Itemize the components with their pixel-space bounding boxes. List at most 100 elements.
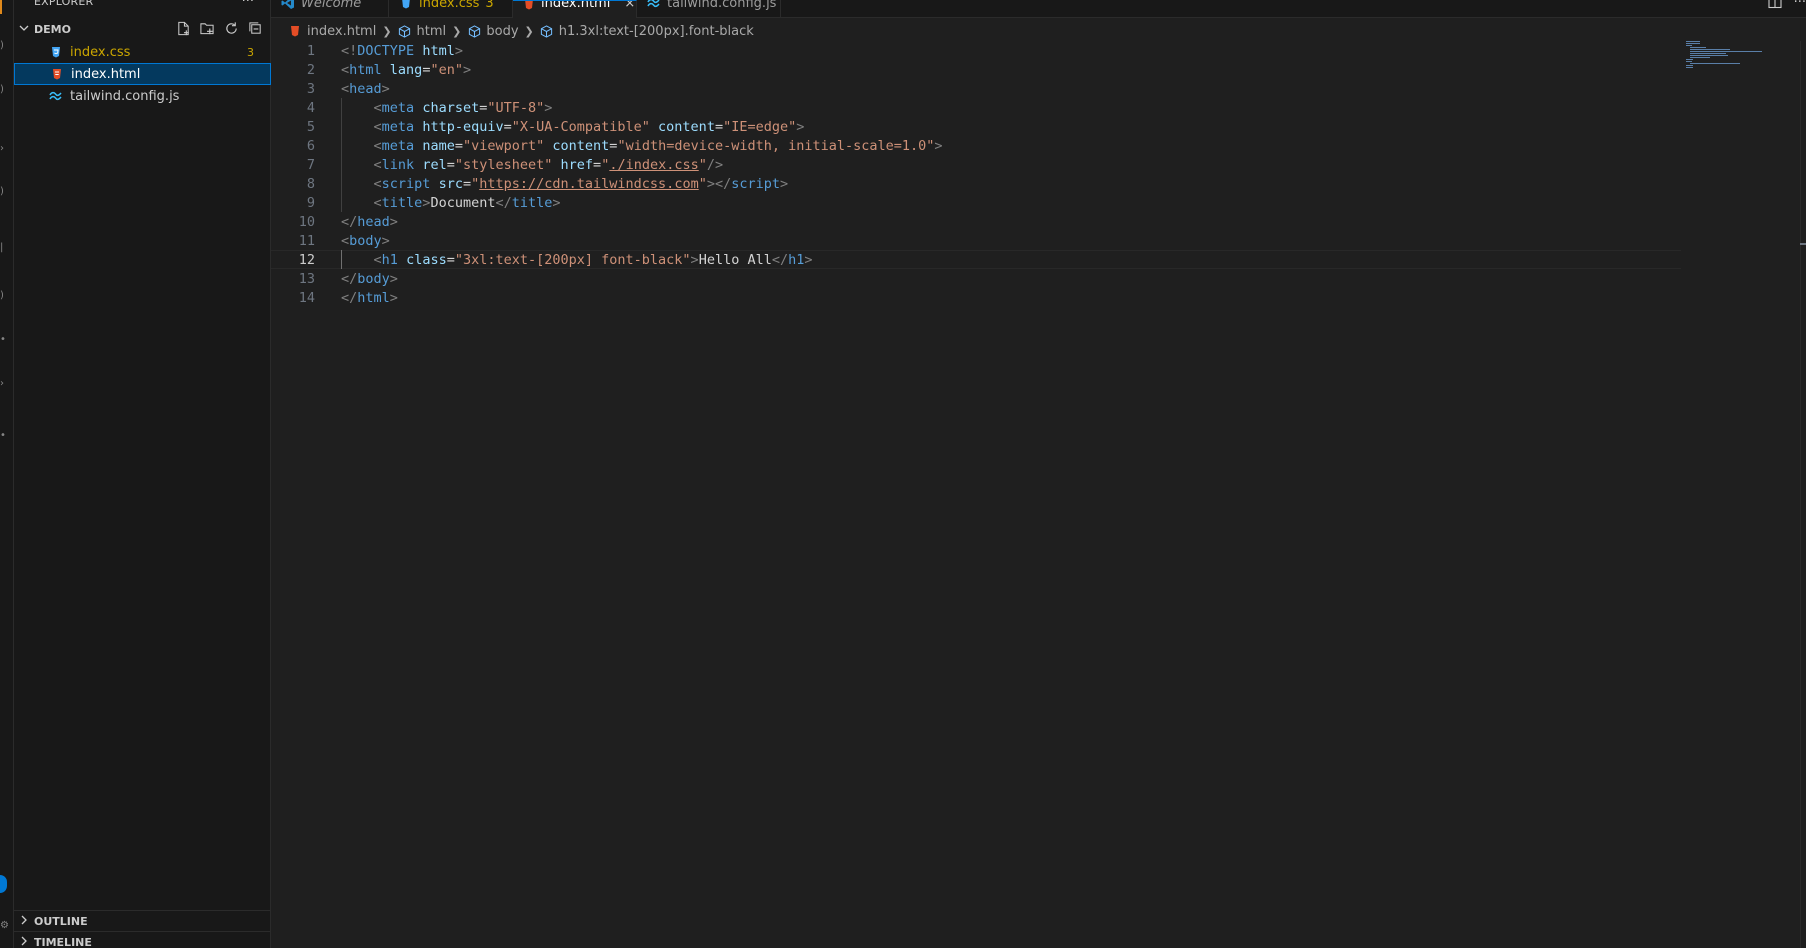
close-icon[interactable]: ×: [624, 1, 635, 11]
code-token: "width=device-width, initial-scale=1.0": [617, 137, 935, 154]
new-file-icon[interactable]: [174, 19, 192, 37]
code-line[interactable]: 7 <link rel="stylesheet" href="./index.c…: [271, 155, 1681, 174]
editor-tabs: Welcome index.css 3 index.html × tailwin…: [271, 0, 1806, 18]
code-line[interactable]: 11 <body>: [271, 231, 1681, 250]
code-token: "IE=edge": [723, 118, 797, 135]
html-file-icon: [288, 24, 302, 38]
line-number: 3: [306, 80, 315, 97]
outline-section[interactable]: OUTLINE: [14, 910, 271, 932]
line-number: 11: [298, 232, 315, 249]
tab-index-css[interactable]: index.css 3: [389, 0, 513, 18]
code-line[interactable]: 1 <!DOCTYPE html>: [271, 41, 1681, 60]
code-token: Document: [430, 194, 496, 211]
code-token: https://cdn.tailwindcss.com: [479, 175, 699, 192]
code-token: >: [381, 80, 390, 97]
code-token: >: [389, 270, 398, 287]
breadcrumb-item[interactable]: index.html: [288, 24, 376, 39]
vertical-scrollbar[interactable]: [1800, 41, 1806, 948]
tab-welcome[interactable]: Welcome: [271, 0, 389, 18]
chevron-right-icon: [14, 915, 34, 928]
code-token: </: [771, 251, 789, 268]
code-text: <head>: [341, 81, 390, 97]
symbol-element-icon: [398, 24, 412, 38]
tab-index-html[interactable]: index.html ×: [513, 0, 637, 18]
code-token: link: [381, 156, 415, 173]
settings-icon[interactable]: ⚙: [0, 921, 9, 931]
activity-icon[interactable]: ): [0, 187, 4, 197]
refresh-icon[interactable]: [222, 19, 240, 37]
code-line[interactable]: 10 </head>: [271, 212, 1681, 231]
line-number: 13: [298, 270, 315, 287]
code-token: body: [349, 232, 382, 249]
file-name: index.css: [70, 44, 131, 60]
code-line[interactable]: 13 </body>: [271, 269, 1681, 288]
explorer-sidebar: EXPLORER ··· DEMO index.css 3 index.html: [14, 0, 271, 948]
chevron-right-icon: ❯: [382, 24, 392, 38]
code-token: >: [389, 213, 398, 230]
code-line[interactable]: 5 <meta http-equiv="X-UA-Compatible" con…: [271, 117, 1681, 136]
code-line[interactable]: 4 <meta charset="UTF-8">: [271, 98, 1681, 117]
css-file-icon: [48, 44, 64, 60]
code-token: </: [341, 213, 358, 230]
activity-icon[interactable]: •: [0, 335, 6, 345]
code-line[interactable]: 3 <head>: [271, 79, 1681, 98]
split-editor-icon[interactable]: [1768, 0, 1782, 13]
code-token: html: [357, 289, 390, 306]
collapse-all-icon[interactable]: [246, 19, 264, 37]
activity-active-indicator: [0, 0, 2, 14]
code-token: <: [373, 118, 382, 135]
activity-icon[interactable]: ›: [0, 144, 4, 154]
chevron-right-icon: ❯: [524, 24, 534, 38]
code-editor[interactable]: 1 <!DOCTYPE html> 2 <html lang="en"> 3 <head>…: [271, 41, 1806, 948]
timeline-section[interactable]: TIMELINE: [14, 931, 271, 948]
code-text: </head>: [341, 214, 398, 230]
breadcrumb-item[interactable]: h1.3xl:text-[200px].font-black: [540, 24, 754, 39]
code-token: <: [341, 61, 350, 78]
code-token: </: [341, 289, 358, 306]
indent-guide: [341, 250, 342, 269]
more-actions-icon[interactable]: ···: [242, 0, 254, 9]
more-actions-icon[interactable]: ···: [1794, 0, 1806, 13]
activity-icon[interactable]: ›: [0, 379, 4, 389]
activity-icon[interactable]: ): [0, 41, 4, 51]
file-item-index-html[interactable]: index.html: [14, 63, 271, 85]
activity-icon[interactable]: ): [0, 291, 4, 301]
code-token: rel: [422, 156, 447, 173]
activity-icon[interactable]: |: [0, 243, 4, 253]
file-item-tailwind-config[interactable]: tailwind.config.js: [14, 85, 271, 107]
activity-icon[interactable]: ): [0, 85, 4, 95]
chevron-right-icon: [14, 936, 34, 948]
tab-tailwind-config[interactable]: tailwind.config.js: [637, 0, 781, 18]
code-text: <h1 class="3xl:text-[200px] font-black">…: [341, 252, 813, 268]
new-folder-icon[interactable]: [198, 19, 216, 37]
editor-actions: ···: [1768, 0, 1806, 13]
code-line[interactable]: 9 <title>Document</title>: [271, 193, 1681, 212]
code-token: <: [373, 99, 382, 116]
code-line[interactable]: 6 <meta name="viewport" content="width=d…: [271, 136, 1681, 155]
accounts-badge-icon[interactable]: [0, 875, 7, 893]
code-token: html: [422, 42, 455, 59]
code-token: >: [454, 42, 463, 59]
code-line[interactable]: 2 <html lang="en">: [271, 60, 1681, 79]
code-token: "viewport": [462, 137, 545, 154]
line-number: 7: [306, 156, 315, 173]
line-number: 14: [298, 289, 315, 306]
code-token: h1: [381, 251, 398, 268]
code-line[interactable]: 8 <script src="https://cdn.tailwindcss.c…: [271, 174, 1681, 193]
code-token: ": [698, 156, 707, 173]
breadcrumb-item[interactable]: body: [467, 24, 519, 39]
minimap[interactable]: [1686, 41, 1766, 71]
breadcrumb: index.html ❯ html ❯ body ❯ h1.3xl:text-[…: [288, 21, 754, 41]
code-line[interactable]: 12 <h1 class="3xl:text-[200px] font-blac…: [271, 250, 1681, 269]
code-token: =: [446, 251, 455, 268]
breadcrumb-item[interactable]: html: [398, 24, 446, 39]
activity-icon[interactable]: •: [0, 431, 6, 441]
code-token: "stylesheet": [454, 156, 553, 173]
file-item-index-css[interactable]: index.css 3: [14, 41, 271, 63]
code-token: <!: [341, 42, 358, 59]
code-line[interactable]: 14 </html>: [271, 288, 1681, 307]
